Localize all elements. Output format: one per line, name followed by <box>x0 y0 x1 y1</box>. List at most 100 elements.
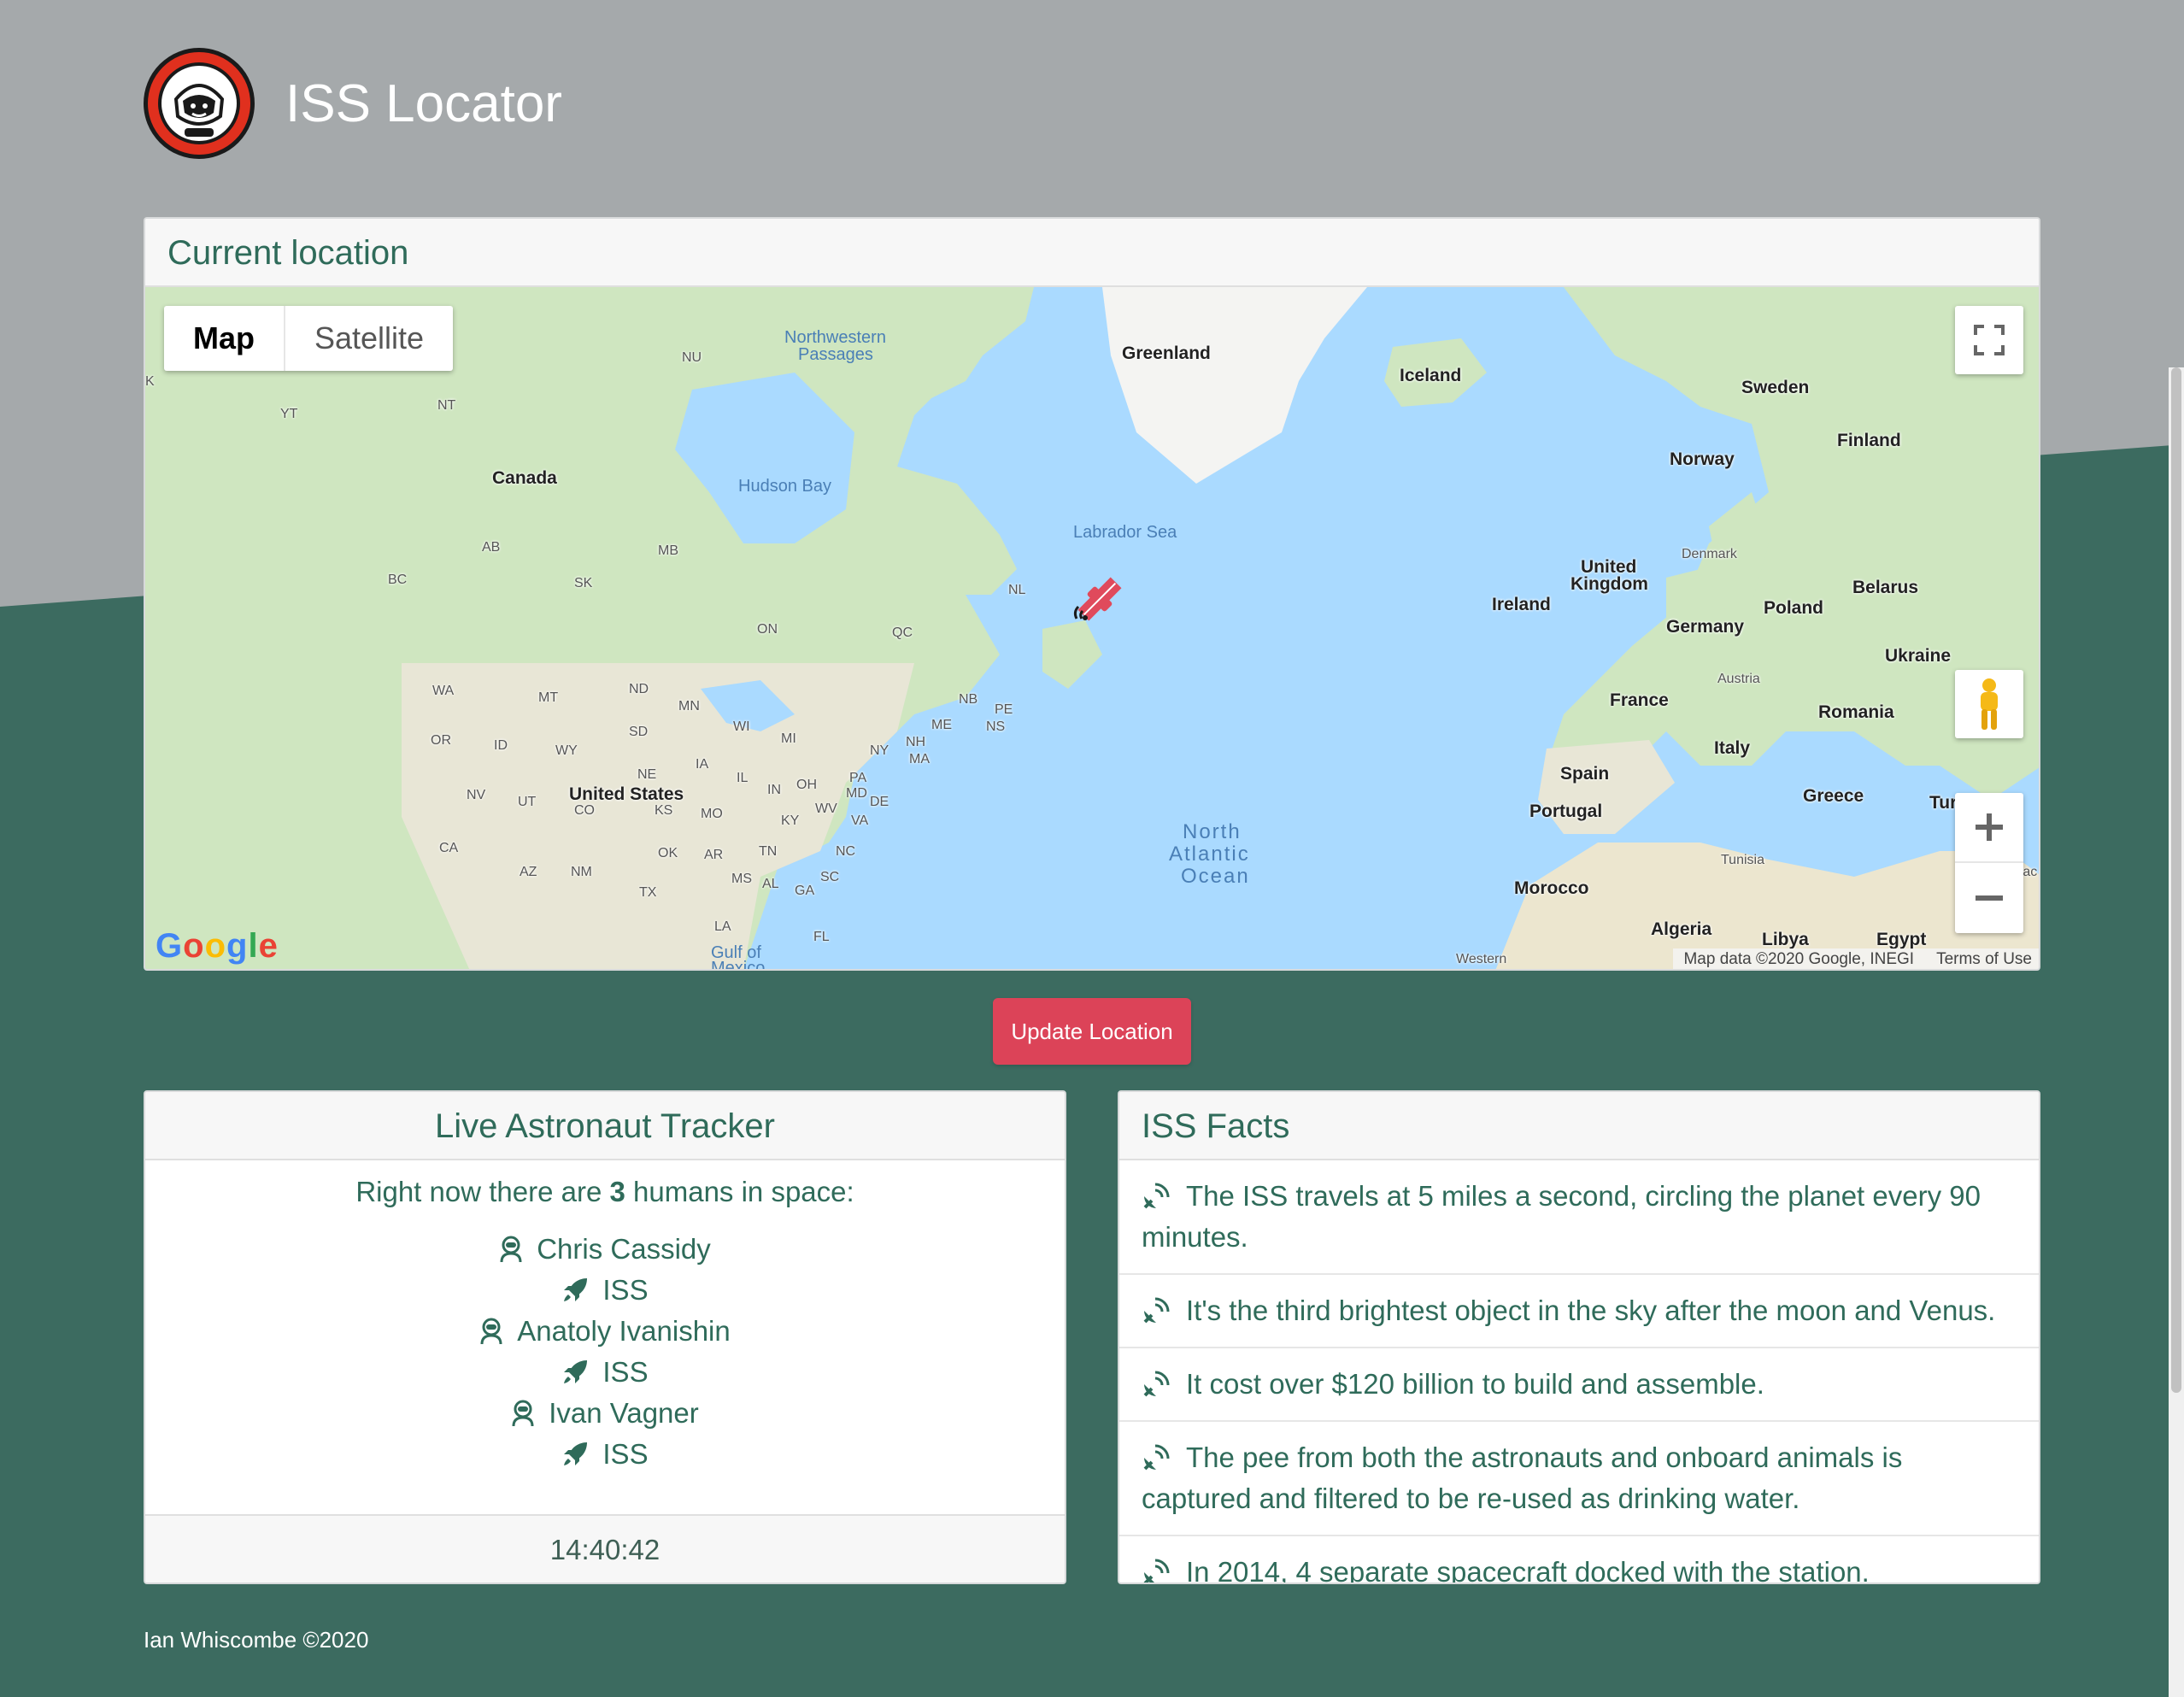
map-label-k: K <box>145 374 155 389</box>
map-label-de: DE <box>870 795 889 809</box>
astronaut-tracker-title: Live Astronaut Tracker <box>145 1092 1065 1160</box>
map-label-qc: QC <box>892 625 913 640</box>
footer-copyright: Ian Whiscombe ©2020 <box>144 1627 369 1653</box>
street-view-button[interactable] <box>1955 670 2023 738</box>
map-label-ga: GA <box>795 884 815 898</box>
map-label-ca: CA <box>439 841 459 855</box>
map-label-or: OR <box>431 733 451 748</box>
map-label-mo: MO <box>701 807 723 821</box>
current-location-card: Current location Greenland Iceland Swede… <box>144 217 2040 971</box>
map-label-united-kingdom-2: Kingdom <box>1570 574 1648 594</box>
map-label-ukraine: Ukraine <box>1885 646 1952 666</box>
map-label-hudson-bay: Hudson Bay <box>738 477 831 496</box>
map-label-nw-passages-2: Passages <box>798 345 873 364</box>
astronaut-entry: Ivan Vagner ISS <box>145 1393 1065 1475</box>
map-label-ne: NE <box>637 767 657 782</box>
site-header: ISS Locator <box>144 48 562 159</box>
map-label-me: ME <box>931 718 952 732</box>
map-label-sc: SC <box>820 870 840 884</box>
fullscreen-button[interactable] <box>1955 306 2023 374</box>
humans-in-space-text: Right now there are 3 humans in space: <box>145 1176 1065 1208</box>
map-label-labrador-sea: Labrador Sea <box>1073 523 1177 542</box>
map-label-wi: WI <box>733 719 750 734</box>
map-label-al: AL <box>762 877 779 891</box>
map-label-nh: NH <box>906 735 926 749</box>
map-label-wv: WV <box>815 802 837 816</box>
map-label-nd: ND <box>629 682 649 696</box>
map-label-mb: MB <box>658 543 678 558</box>
map-type-map-button[interactable]: Map <box>164 306 285 371</box>
map-label-ab: AB <box>482 540 501 555</box>
astronaut-craft: ISS <box>602 1274 649 1306</box>
rocket-icon <box>564 1360 588 1383</box>
map-label-wa: WA <box>432 684 455 698</box>
map-label-turkey: Tur <box>1929 793 1958 813</box>
map-view[interactable]: Greenland Iceland Sweden Finland Norway … <box>145 287 2039 969</box>
map-label-mn: MN <box>678 699 700 713</box>
astronaut-craft: ISS <box>602 1356 649 1388</box>
map-label-ar: AR <box>704 848 724 862</box>
map-label-nv: NV <box>467 788 486 802</box>
map-type-control: Map Satellite <box>164 306 454 371</box>
satellite-dish-icon <box>1143 1297 1170 1324</box>
astronaut-entry: Anatoly Ivanishin ISS <box>145 1311 1065 1393</box>
map-label-greenland: Greenland <box>1122 344 1211 363</box>
map-label-pe: PE <box>995 702 1013 717</box>
rocket-icon <box>564 1278 588 1301</box>
map-label-nu: NU <box>682 350 702 365</box>
tracker-clock: 14:40:42 <box>145 1514 1065 1582</box>
map-label-nm: NM <box>571 865 592 879</box>
fact-text: The ISS travels at 5 miles a second, cir… <box>1142 1180 1981 1253</box>
map-label-ny: NY <box>870 743 889 758</box>
map-type-satellite-button[interactable]: Satellite <box>285 306 453 371</box>
astronaut-craft: ISS <box>602 1438 649 1470</box>
map-label-wy: WY <box>555 743 578 758</box>
map-label-portugal: Portugal <box>1529 802 1603 821</box>
satellite-dish-icon <box>1143 1444 1170 1471</box>
map-label-sweden: Sweden <box>1741 378 1810 397</box>
plus-icon <box>1976 813 2003 841</box>
iss-marker-icon[interactable] <box>1070 569 1130 629</box>
map-label-mt: MT <box>538 690 559 705</box>
fact-text: It's the third brightest object in the s… <box>1186 1295 1996 1326</box>
rocket-icon <box>564 1442 588 1465</box>
map-label-az: AZ <box>520 865 537 879</box>
zoom-in-button[interactable] <box>1955 793 2023 863</box>
map-label-ia: IA <box>696 757 709 772</box>
humans-count: 3 <box>609 1176 625 1207</box>
map-label-sd: SD <box>629 725 649 739</box>
google-logo[interactable]: Google <box>156 927 279 966</box>
map-label-morocco: Morocco <box>1514 878 1589 898</box>
map-label-greece: Greece <box>1803 786 1864 806</box>
map-label-sk: SK <box>574 576 593 590</box>
terms-of-use-link[interactable]: Terms of Use <box>1936 950 2032 969</box>
map-label-north-atlantic-2: Atlantic <box>1169 843 1250 866</box>
astronaut-name: Chris Cassidy <box>537 1233 711 1265</box>
map-label-algeria: Algeria <box>1651 919 1712 939</box>
zoom-control <box>1955 793 2023 933</box>
map-label-libya: Libya <box>1762 930 1809 949</box>
update-location-button[interactable]: Update Location <box>993 998 1191 1065</box>
fact-text: The pee from both the astronauts and onb… <box>1142 1442 1903 1514</box>
map-label-ms: MS <box>731 872 752 886</box>
astronaut-name: Anatoly Ivanishin <box>517 1315 731 1347</box>
astronaut-logo-icon[interactable] <box>144 48 255 159</box>
map-label-poland: Poland <box>1764 598 1824 618</box>
zoom-out-button[interactable] <box>1955 863 2023 933</box>
map-label-ks: KS <box>655 803 673 818</box>
map-label-pa: PA <box>849 771 867 785</box>
map-label-fl: FL <box>813 930 830 944</box>
map-label-ok: OK <box>658 846 678 860</box>
map-label-nt: NT <box>437 398 456 413</box>
map-label-id: ID <box>494 738 508 753</box>
fact-text: In 2014, 4 separate spacecraft docked wi… <box>1186 1556 1870 1584</box>
map-label-france: France <box>1610 690 1669 710</box>
satellite-dish-icon <box>1143 1559 1170 1582</box>
map-label-united-states: United States <box>569 784 684 804</box>
fact-item: It's the third brightest object in the s… <box>1119 1275 2039 1348</box>
map-label-md: MD <box>846 786 867 801</box>
fact-item: The ISS travels at 5 miles a second, cir… <box>1119 1160 2039 1275</box>
map-label-canada: Canada <box>492 468 557 488</box>
pegman-icon <box>1981 678 1998 730</box>
map-label-va: VA <box>851 813 869 828</box>
